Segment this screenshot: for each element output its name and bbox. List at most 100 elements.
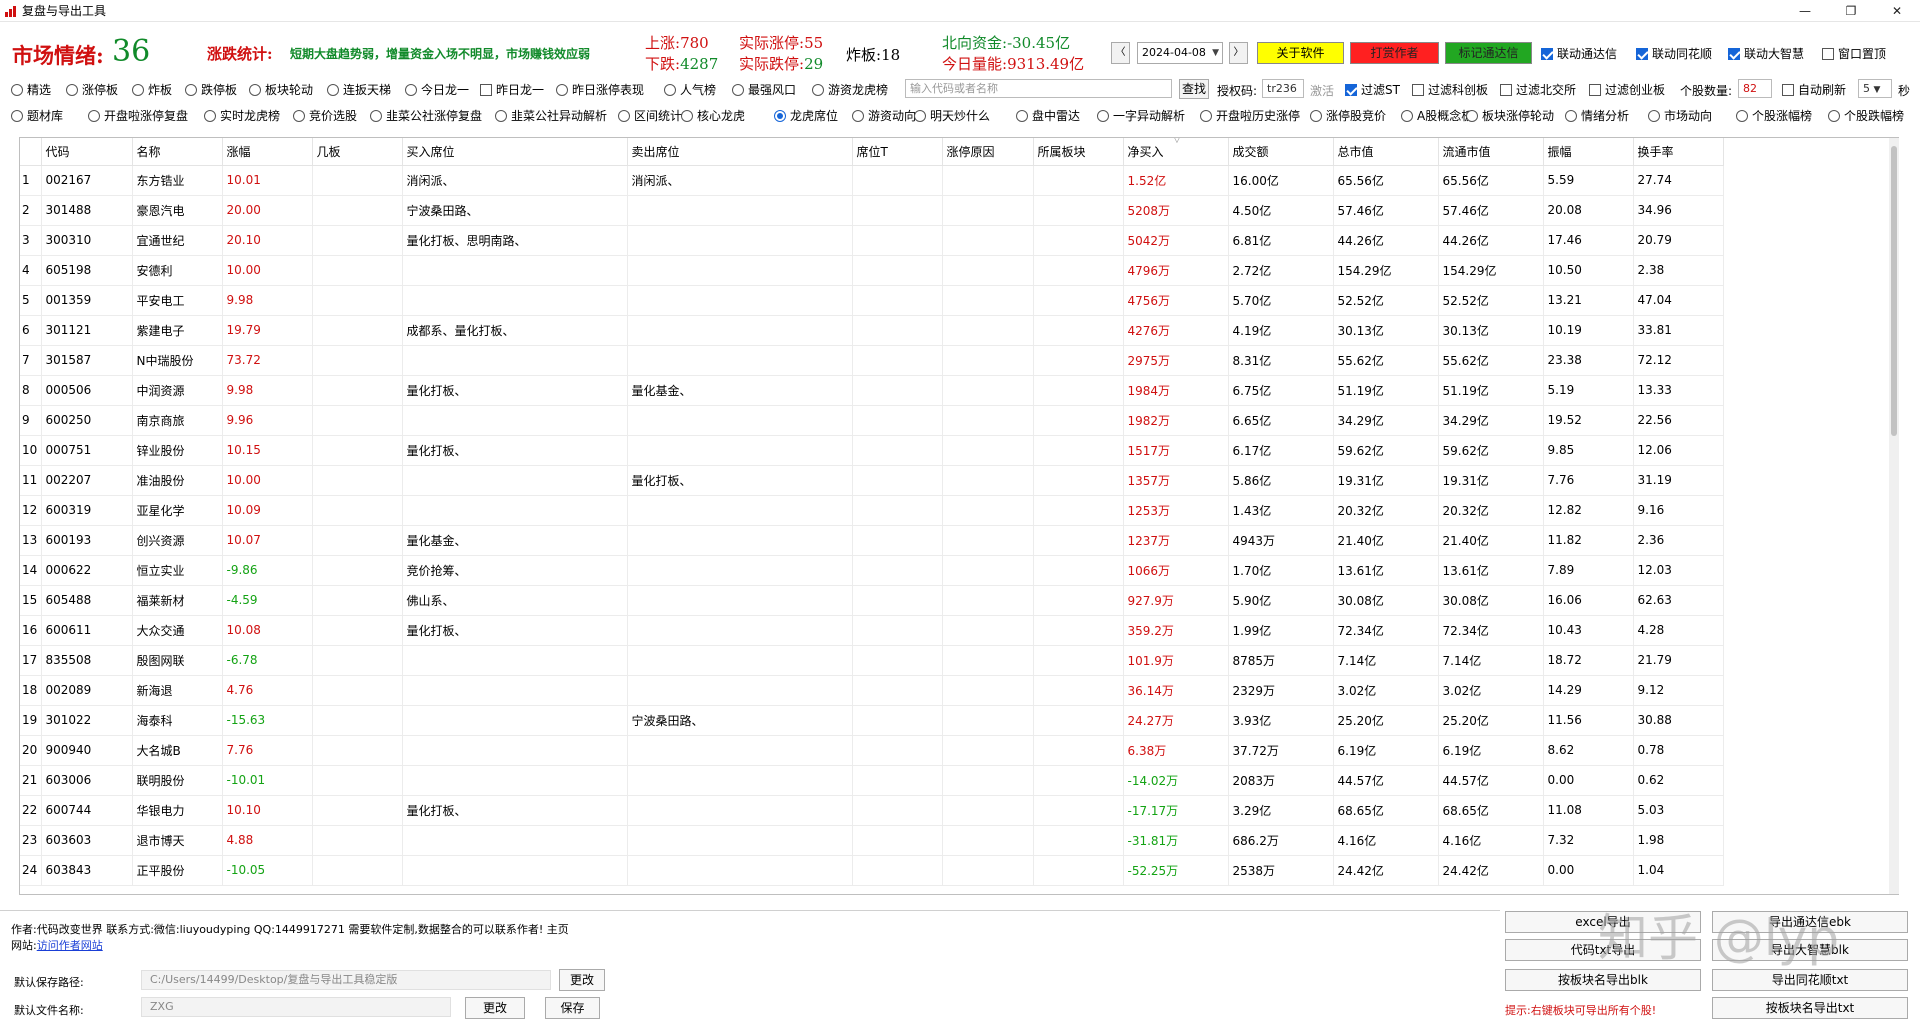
radio2-5[interactable]: 韭菜公社异动解析 [495, 107, 607, 124]
search-input[interactable]: 输入代码或者名称 [905, 79, 1172, 98]
author-site-link[interactable]: 访问作者网站 [37, 939, 103, 952]
column-header[interactable]: 买入席位 [402, 138, 628, 166]
window-top-checkbox[interactable]: 窗口置顶 [1822, 45, 1886, 62]
radio2-7[interactable]: 核心龙虎 [681, 107, 745, 124]
radio2-11[interactable]: 盘中雷达 [1016, 107, 1080, 124]
radio2-14[interactable]: 涨停股竞价 [1310, 107, 1386, 124]
table-row[interactable]: 19 301022 海泰科 -15.63 宁波桑田路、 24.27万 3.93亿 25.20亿… [20, 705, 1724, 736]
change-path-button[interactable]: 更改 [559, 969, 605, 991]
table-row[interactable]: 17 835508 殷图网联 -6.78 101.9万 8785万 7.14亿 7.14亿 18… [20, 645, 1724, 676]
radio2-3[interactable]: 竞价选股 [293, 107, 357, 124]
date-picker[interactable]: 2024-04-08 ▼ [1137, 42, 1223, 64]
prev-date-button[interactable]: 〈 [1111, 42, 1130, 64]
save-path-field[interactable]: C:/Users/14499/Desktop/复盘与导出工具稳定版 [141, 970, 551, 990]
refresh-interval-select[interactable]: 5 ▼ [1858, 79, 1892, 98]
radio2-4[interactable]: 韭菜公社涨停复盘 [370, 107, 482, 124]
radio2-12[interactable]: 一字异动解析 [1097, 107, 1185, 124]
column-header[interactable]: 振幅 [1543, 138, 1634, 166]
radio2-15[interactable]: A股概念板 [1401, 107, 1473, 124]
filter-st-checkbox[interactable]: 过滤ST [1345, 81, 1400, 98]
radio2-1[interactable]: 开盘啦涨停复盘 [88, 107, 188, 124]
radio2-18[interactable]: 市场动向 [1648, 107, 1712, 124]
maximize-icon[interactable]: ❐ [1828, 0, 1874, 22]
table-row[interactable]: 14 000622 恒立实业 -9.86 竞价抢筹、 1066万 1.70亿 13.61亿 13… [20, 555, 1724, 586]
radio-6[interactable]: 今日龙一 [405, 81, 469, 98]
column-header[interactable]: 卖出席位 [627, 138, 853, 166]
export-ths-txt-button[interactable]: 导出同花顺txt [1712, 969, 1908, 991]
column-header[interactable]: 几板 [312, 138, 403, 166]
column-header[interactable]: 所属板块 [1033, 138, 1124, 166]
radio-10[interactable]: 最强风口 [732, 81, 796, 98]
auth-input[interactable]: tr236 [1262, 79, 1304, 98]
table-row[interactable]: 2 301488 豪恩汽电 20.00 宁波桑田路、 5208万 4.50亿 57.46亿 57… [20, 195, 1724, 226]
column-header[interactable]: 净买入 ▽ [1123, 138, 1229, 166]
export-txt-by-sector-button[interactable]: 按板块名导出txt [1712, 997, 1908, 1019]
filter-cyb-checkbox[interactable]: 过滤创业板 [1589, 81, 1665, 98]
radio-4[interactable]: 板块轮动 [249, 81, 313, 98]
radio2-17[interactable]: 情绪分析 [1565, 107, 1629, 124]
radio-3[interactable]: 跌停板 [185, 81, 237, 98]
radio2-2[interactable]: 实时龙虎榜 [204, 107, 280, 124]
column-header[interactable]: 代码 [41, 138, 133, 166]
radio-2[interactable]: 炸板 [132, 81, 172, 98]
column-header[interactable]: 总市值 [1333, 138, 1439, 166]
table-row[interactable]: 21 603006 联明股份 -10.01 -14.02万 2083万 44.57亿 44.5… [20, 765, 1724, 796]
table-row[interactable]: 6 301121 紫建电子 19.79 成都系、量化打板、 4276万 4.19亿 30.13… [20, 315, 1724, 346]
about-button[interactable]: 关于软件 [1257, 42, 1344, 64]
radio2-6[interactable]: 区间统计 [618, 107, 682, 124]
change-name-button[interactable]: 更改 [465, 997, 525, 1019]
table-row[interactable]: 15 605488 福莱新材 -4.59 佛山系、 927.9万 5.90亿 30.08亿 30… [20, 585, 1724, 616]
column-header[interactable]: 成交额 [1228, 138, 1334, 166]
data-table[interactable]: 代码 名称 涨幅 几板 买入席位 卖出席位 席位T 涨停原因 所属板块 净买入 ▽ 成交额 总市值 流通市… [19, 137, 1899, 895]
column-header[interactable]: 换手率 [1633, 138, 1724, 166]
link-ths-checkbox[interactable]: 联动同花顺 [1636, 45, 1712, 62]
radio2-16[interactable]: 板块涨停轮动 [1466, 107, 1554, 124]
table-row[interactable]: 23 603603 退市博天 4.88 -31.81万 686.2万 4.16亿 4.16亿 7… [20, 825, 1724, 856]
minimize-icon[interactable]: — [1782, 0, 1828, 22]
table-row[interactable]: 16 600611 大众交通 10.08 量化打板、 359.2万 1.99亿 72.34亿 7… [20, 615, 1724, 646]
table-scrollbar[interactable] [1889, 138, 1899, 894]
table-row[interactable]: 18 002089 新海退 4.76 36.14万 2329万 3.02亿 3.02亿 14.2… [20, 675, 1724, 706]
tip-author-button[interactable]: 打赏作者 [1350, 42, 1439, 64]
column-header[interactable]: 席位T [852, 138, 943, 166]
radio2-20[interactable]: 个股跌幅榜 [1828, 107, 1904, 124]
table-row[interactable]: 11 002207 准油股份 10.00 量化打板、 1357万 5.86亿 19.31亿 19… [20, 465, 1724, 496]
activate-button[interactable]: 激活 [1310, 82, 1334, 99]
radio-9[interactable]: 人气榜 [664, 81, 716, 98]
close-icon[interactable]: ✕ [1874, 0, 1920, 22]
link-tdx-checkbox[interactable]: 联动通达信 [1541, 45, 1617, 62]
table-row[interactable]: 1 002167 东方锆业 10.01 消闲派、 消闲派、 1.52亿 16.00亿 65.56… [20, 165, 1724, 196]
radio2-10[interactable]: 明天炒什么 [914, 107, 990, 124]
column-header[interactable]: 流通市值 [1438, 138, 1544, 166]
link-dzh-checkbox[interactable]: 联动大智慧 [1728, 45, 1804, 62]
table-row[interactable]: 3 300310 宜通世纪 20.10 量化打板、思明南路、 5042万 6.81亿 44.2… [20, 225, 1724, 256]
filter-kcb-checkbox[interactable]: 过滤科创板 [1412, 81, 1488, 98]
radio-8[interactable]: 昨日涨停表现 [556, 81, 644, 98]
radio-0[interactable]: 精选 [11, 81, 51, 98]
table-row[interactable]: 13 600193 创兴资源 10.07 量化基金、 1237万 4943万 21.40亿 21… [20, 525, 1724, 556]
radio2-8[interactable]: 龙虎席位 [774, 107, 838, 124]
file-name-field[interactable]: ZXG [141, 997, 451, 1017]
mark-tdx-button[interactable]: 标记通达信 [1445, 42, 1532, 64]
radio-1[interactable]: 涨停板 [66, 81, 118, 98]
auto-refresh-checkbox[interactable]: 自动刷新 [1782, 81, 1846, 98]
radio2-9[interactable]: 游资动向 [852, 107, 916, 124]
filter-bjs-checkbox[interactable]: 过滤北交所 [1500, 81, 1576, 98]
radio2-19[interactable]: 个股涨幅榜 [1736, 107, 1812, 124]
stock-count-input[interactable]: 82 [1738, 79, 1772, 98]
table-row[interactable]: 24 603843 正平股份 -10.05 -52.25万 2538万 24.42亿 24.4… [20, 855, 1724, 886]
save-button[interactable]: 保存 [545, 997, 600, 1019]
table-row[interactable]: 5 001359 平安电工 9.98 4756万 5.70亿 52.52亿 52.52亿 13.… [20, 285, 1724, 316]
column-header[interactable]: 涨幅 [222, 138, 313, 166]
table-row[interactable]: 7 301587 N中瑞股份 73.72 2975万 8.31亿 55.62亿 55.62亿 2… [20, 345, 1724, 376]
column-header[interactable]: 名称 [132, 138, 223, 166]
table-row[interactable]: 4 605198 安德利 10.00 4796万 2.72亿 154.29亿 154.29亿 1… [20, 255, 1724, 286]
table-row[interactable]: 12 600319 亚星化学 10.09 1253万 1.43亿 20.32亿 20.32亿 1… [20, 495, 1724, 526]
radio2-0[interactable]: 题材库 [11, 107, 63, 124]
column-header[interactable]: 涨停原因 [942, 138, 1034, 166]
checkbox-7[interactable]: 昨日龙一 [480, 81, 544, 98]
search-button[interactable]: 查找 [1179, 79, 1209, 99]
radio-11[interactable]: 游资龙虎榜 [812, 81, 888, 98]
table-row[interactable]: 9 600250 南京商旅 9.96 1982万 6.65亿 34.29亿 34.29亿 19.… [20, 405, 1724, 436]
next-date-button[interactable]: 〉 [1229, 42, 1248, 64]
